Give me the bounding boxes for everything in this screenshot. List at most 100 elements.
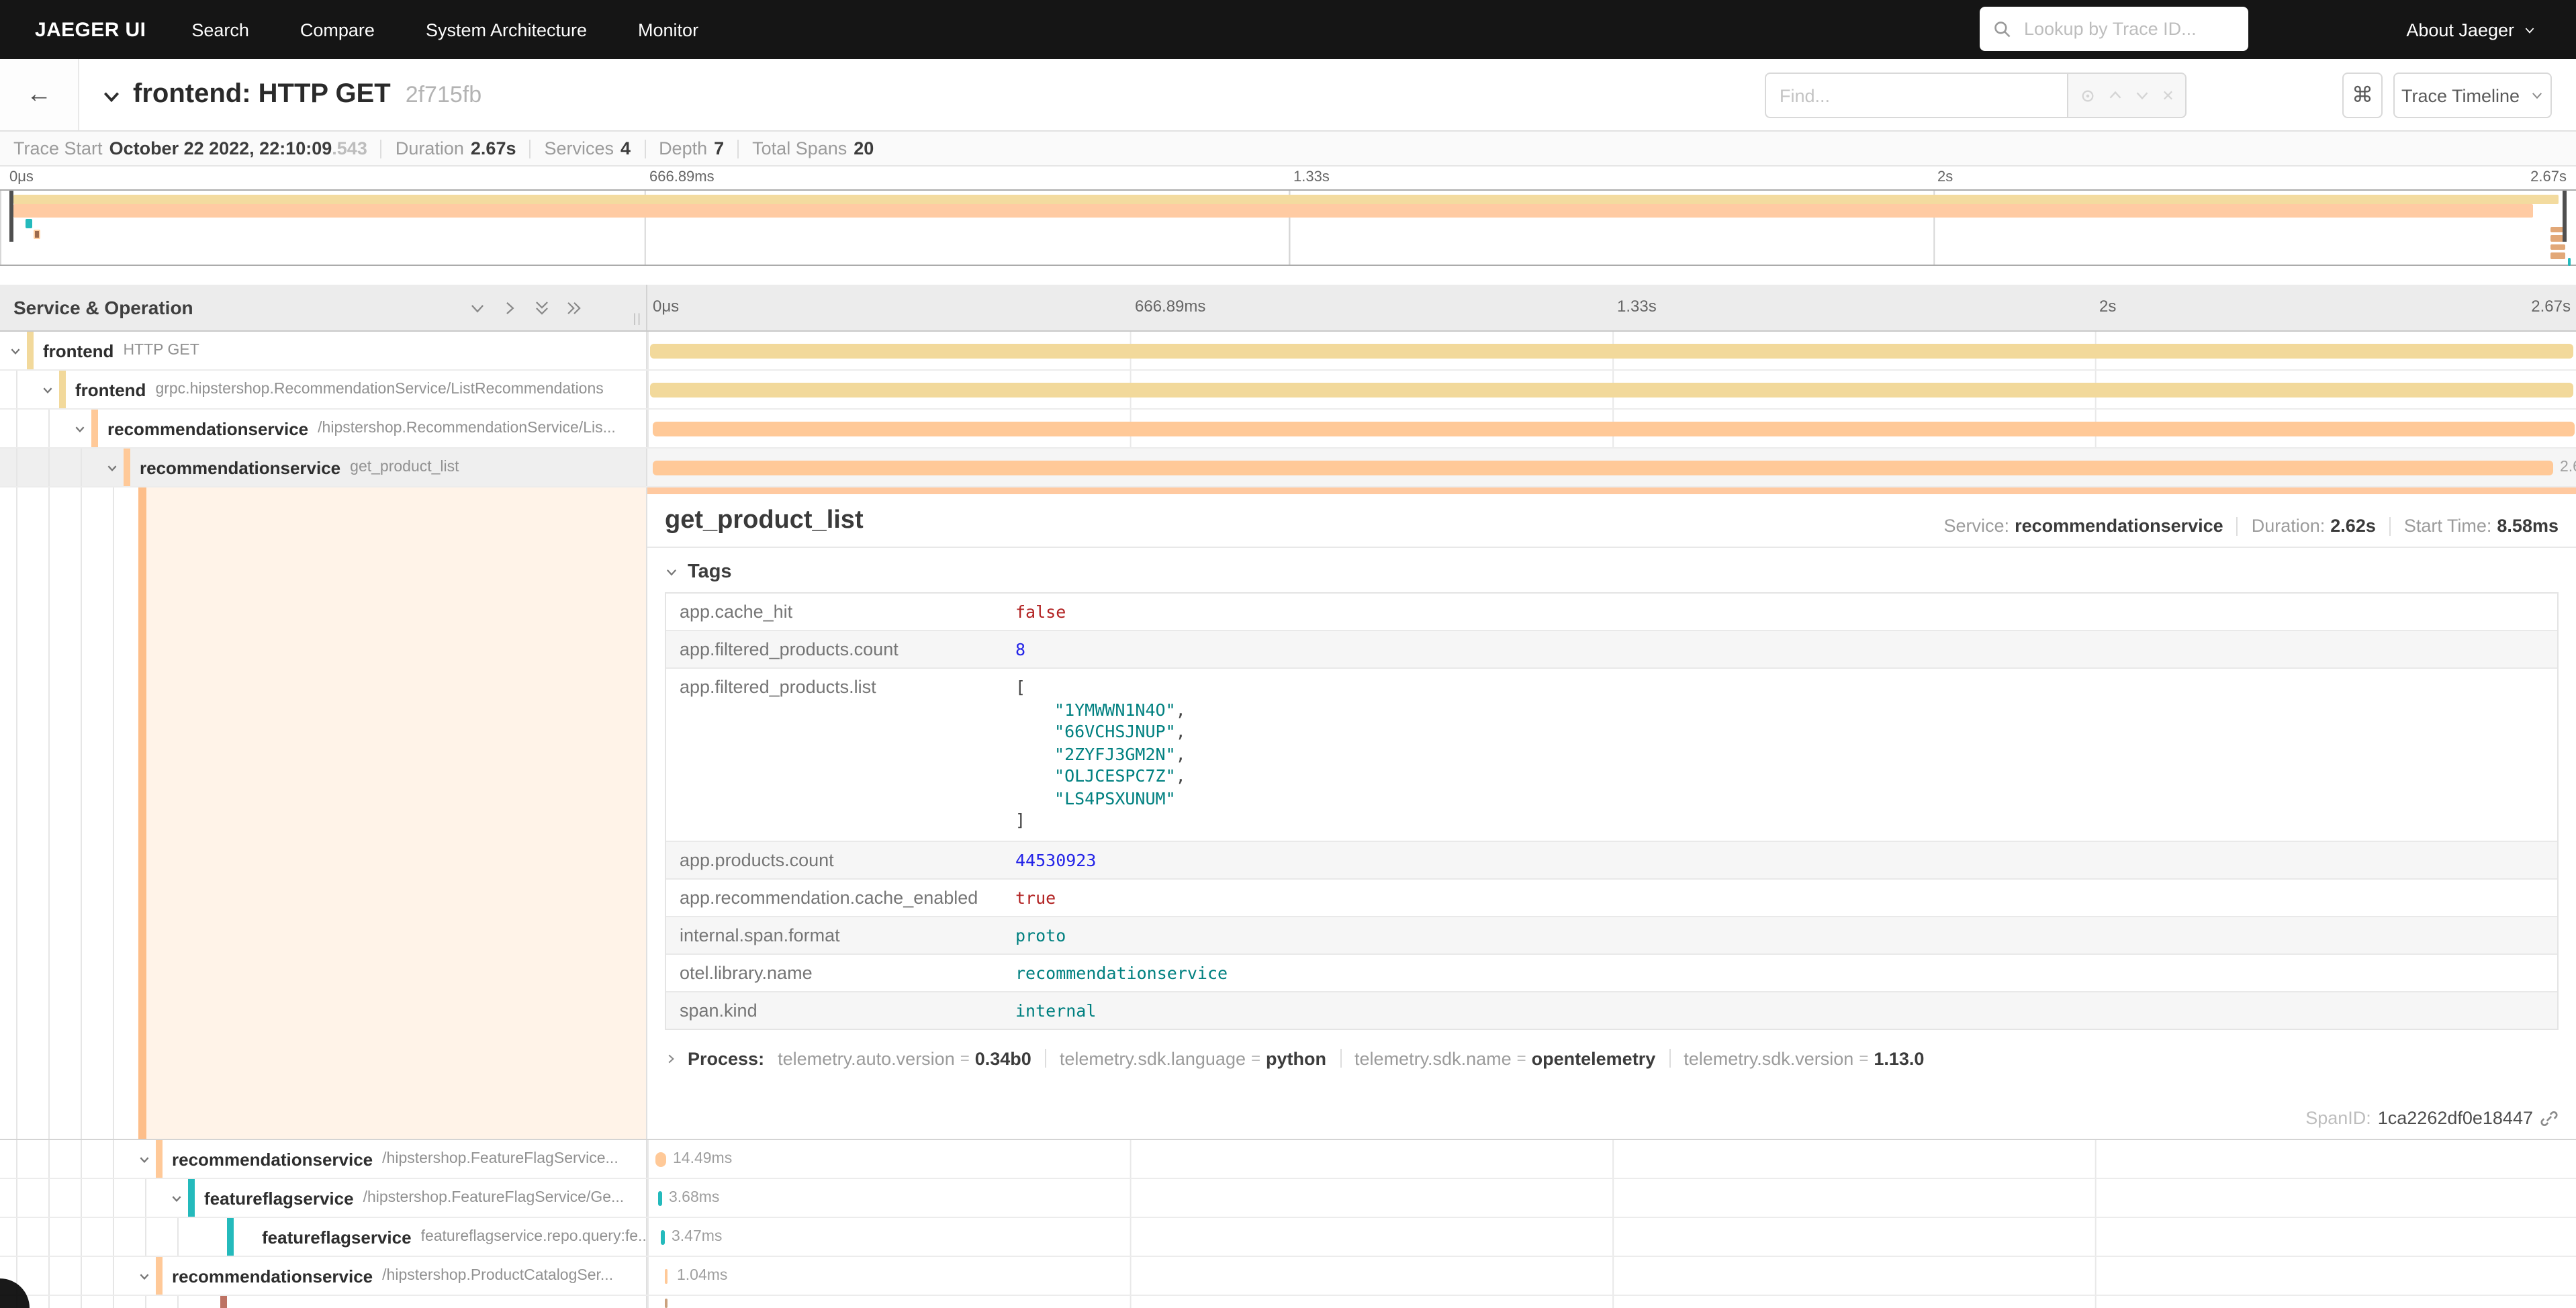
list-open-bracket: [ — [1015, 677, 2544, 699]
process-label: Process: — [688, 1048, 764, 1068]
collapse-trace-chevron-down-icon[interactable] — [102, 87, 121, 105]
span-detail-panel: get_product_list Service: recommendation… — [646, 487, 2576, 1139]
span-row-frontend-http-get[interactable]: frontend HTTP GET — [0, 332, 2576, 371]
tag-value: 8 — [1002, 631, 2557, 667]
span-duration-label: 1.04ms — [677, 1268, 727, 1284]
list-close-bracket: ] — [1015, 810, 2544, 832]
trace-title: frontend: HTTP GET — [133, 79, 391, 110]
span-bar[interactable] — [665, 1269, 668, 1284]
nav-item-search[interactable]: Search — [191, 19, 249, 40]
process-section-toggle[interactable]: Process: telemetry.auto.version=0.34b0 t… — [665, 1048, 2559, 1068]
tag-value: true — [1002, 879, 2557, 915]
minimap-span-bar — [13, 194, 2559, 204]
span-operation-name: /hipstershop.FeatureFlagService... — [382, 1151, 618, 1167]
span-bar[interactable] — [661, 1230, 664, 1245]
chevron-down-icon[interactable] — [138, 1270, 150, 1282]
tag-value: false — [1002, 594, 2557, 630]
span-service-name: frontend — [43, 340, 113, 361]
jaeger-logo[interactable]: JAEGER UI — [35, 18, 146, 41]
minimap-scrubber-right-handle[interactable] — [2563, 191, 2567, 242]
span-service-name: recommendationservice — [172, 1149, 373, 1169]
nav-item-monitor[interactable]: Monitor — [638, 19, 698, 40]
timeline-tick: 2s — [2099, 297, 2116, 316]
span-row-featureflag-repo-query[interactable]: featureflagservice featureflagservice.re… — [0, 1218, 2576, 1257]
tag-row: app.filtered_products.count 8 — [666, 631, 2557, 669]
chevron-down-icon[interactable] — [138, 1154, 150, 1166]
span-row-frontend-grpc[interactable]: frontend grpc.hipstershop.Recommendation… — [0, 371, 2576, 410]
minimap-span-marker — [33, 229, 40, 239]
clear-find-icon[interactable]: ✕ — [2162, 87, 2174, 104]
span-bar[interactable] — [665, 1299, 668, 1308]
minimap-canvas[interactable] — [0, 189, 2576, 266]
span-service-name: featureflagservice — [204, 1188, 354, 1208]
timeline-header: Service & Operation || 0μs 666.89ms 1.33… — [0, 285, 2576, 332]
chevron-down-icon — [2524, 24, 2536, 36]
chevron-down-icon[interactable] — [42, 384, 54, 396]
list-item: 2ZYFJ3GM2N — [1054, 743, 1176, 763]
span-bar[interactable] — [650, 383, 2573, 398]
span-row-productcatalog[interactable]: recommendationservice /hipstershop.Produ… — [0, 1257, 2576, 1296]
process-tag-key: telemetry.auto.version — [778, 1048, 955, 1068]
tag-value-list: [ 1YMWWN1N4O, 66VCHSJNUP, 2ZYFJ3GM2N, OL… — [1002, 669, 2557, 840]
span-operation-name: get_product_list — [350, 459, 459, 475]
next-match-chevron-down-icon[interactable] — [2135, 87, 2151, 103]
nav-item-compare[interactable]: Compare — [300, 19, 375, 40]
trace-id-lookup[interactable] — [1980, 7, 2248, 51]
back-button[interactable]: ← — [0, 59, 79, 130]
chevron-down-icon[interactable] — [9, 345, 21, 357]
service-operation-header: Service & Operation — [13, 297, 193, 318]
tag-row: app.cache_hit false — [666, 594, 2557, 631]
minimap-scrubber-left-handle[interactable] — [9, 191, 13, 242]
span-detail-left-gutter[interactable] — [0, 487, 646, 1139]
services-value: 4 — [620, 138, 631, 158]
chevron-down-icon[interactable] — [106, 462, 118, 474]
span-row-featureflag-get[interactable]: featureflagservice /hipstershop.FeatureF… — [0, 1179, 2576, 1218]
tags-section-toggle[interactable]: Tags — [665, 561, 2559, 583]
keyboard-shortcuts-button[interactable]: ⌘ — [2342, 73, 2383, 118]
tags-table: app.cache_hit false app.filtered_product… — [665, 592, 2559, 1029]
span-detail-title: get_product_list — [665, 506, 864, 536]
span-bar[interactable] — [650, 344, 2573, 359]
timeline-tick: 666.89ms — [1135, 297, 1205, 316]
span-row-featureflag-parent[interactable]: recommendationservice /hipstershop.Featu… — [0, 1140, 2576, 1179]
process-tag-value: 0.34b0 — [975, 1048, 1031, 1068]
minimap-span-marker — [2567, 258, 2570, 265]
trace-id-lookup-input[interactable] — [2021, 17, 2235, 40]
prev-match-chevron-up-icon[interactable] — [2108, 87, 2124, 103]
chevron-down-icon[interactable] — [74, 423, 86, 435]
nav-item-system-architecture[interactable]: System Architecture — [426, 19, 587, 40]
span-bar[interactable] — [658, 1191, 661, 1206]
span-row-get-product-list[interactable]: recommendationservice get_product_list 2… — [0, 449, 2576, 487]
tag-row: span.kind internal — [666, 992, 2557, 1028]
span-row-partial[interactable] — [0, 1296, 2576, 1308]
tag-key: otel.library.name — [666, 954, 1002, 990]
expand-all-double-chevron-right-icon[interactable] — [565, 299, 583, 316]
chevron-down-icon — [665, 565, 678, 579]
start-time-meta-value: 8.58ms — [2497, 516, 2559, 536]
chevron-down-icon[interactable] — [171, 1193, 183, 1205]
column-resizer-grip[interactable]: || — [633, 312, 642, 325]
trace-view-selector[interactable]: Trace Timeline — [2393, 73, 2552, 118]
copy-link-icon[interactable] — [2540, 1109, 2559, 1127]
tag-key: app.products.count — [666, 841, 1002, 878]
about-jaeger-menu[interactable]: About Jaeger — [2406, 19, 2536, 40]
span-bar[interactable] — [655, 1152, 666, 1167]
search-icon — [1993, 19, 2012, 38]
minimap-tick: 1.33s — [1293, 169, 1330, 185]
span-bar[interactable] — [653, 461, 2553, 475]
expand-one-chevron-right-icon[interactable] — [501, 299, 518, 316]
tag-key: app.filtered_products.list — [666, 669, 1002, 840]
minimap-tick: 2s — [1937, 169, 1953, 185]
trace-summary-bar: Trace StartOctober 22 2022, 22:10:09.543… — [0, 132, 2576, 167]
find-input[interactable] — [1765, 73, 2068, 118]
duration-meta-value: 2.62s — [2330, 516, 2376, 536]
about-jaeger-label: About Jaeger — [2406, 19, 2514, 40]
collapse-one-chevron-down-icon[interactable] — [469, 299, 486, 316]
tag-key: app.recommendation.cache_enabled — [666, 879, 1002, 915]
span-bar[interactable] — [653, 422, 2575, 436]
process-tag-key: telemetry.sdk.version — [1684, 1048, 1853, 1068]
collapse-all-double-chevron-down-icon[interactable] — [533, 299, 551, 316]
focus-target-icon[interactable] — [2079, 87, 2097, 104]
span-operation-name: /hipstershop.ProductCatalogSer... — [382, 1268, 613, 1284]
span-row-recommendation-list[interactable]: recommendationservice /hipstershop.Recom… — [0, 410, 2576, 449]
